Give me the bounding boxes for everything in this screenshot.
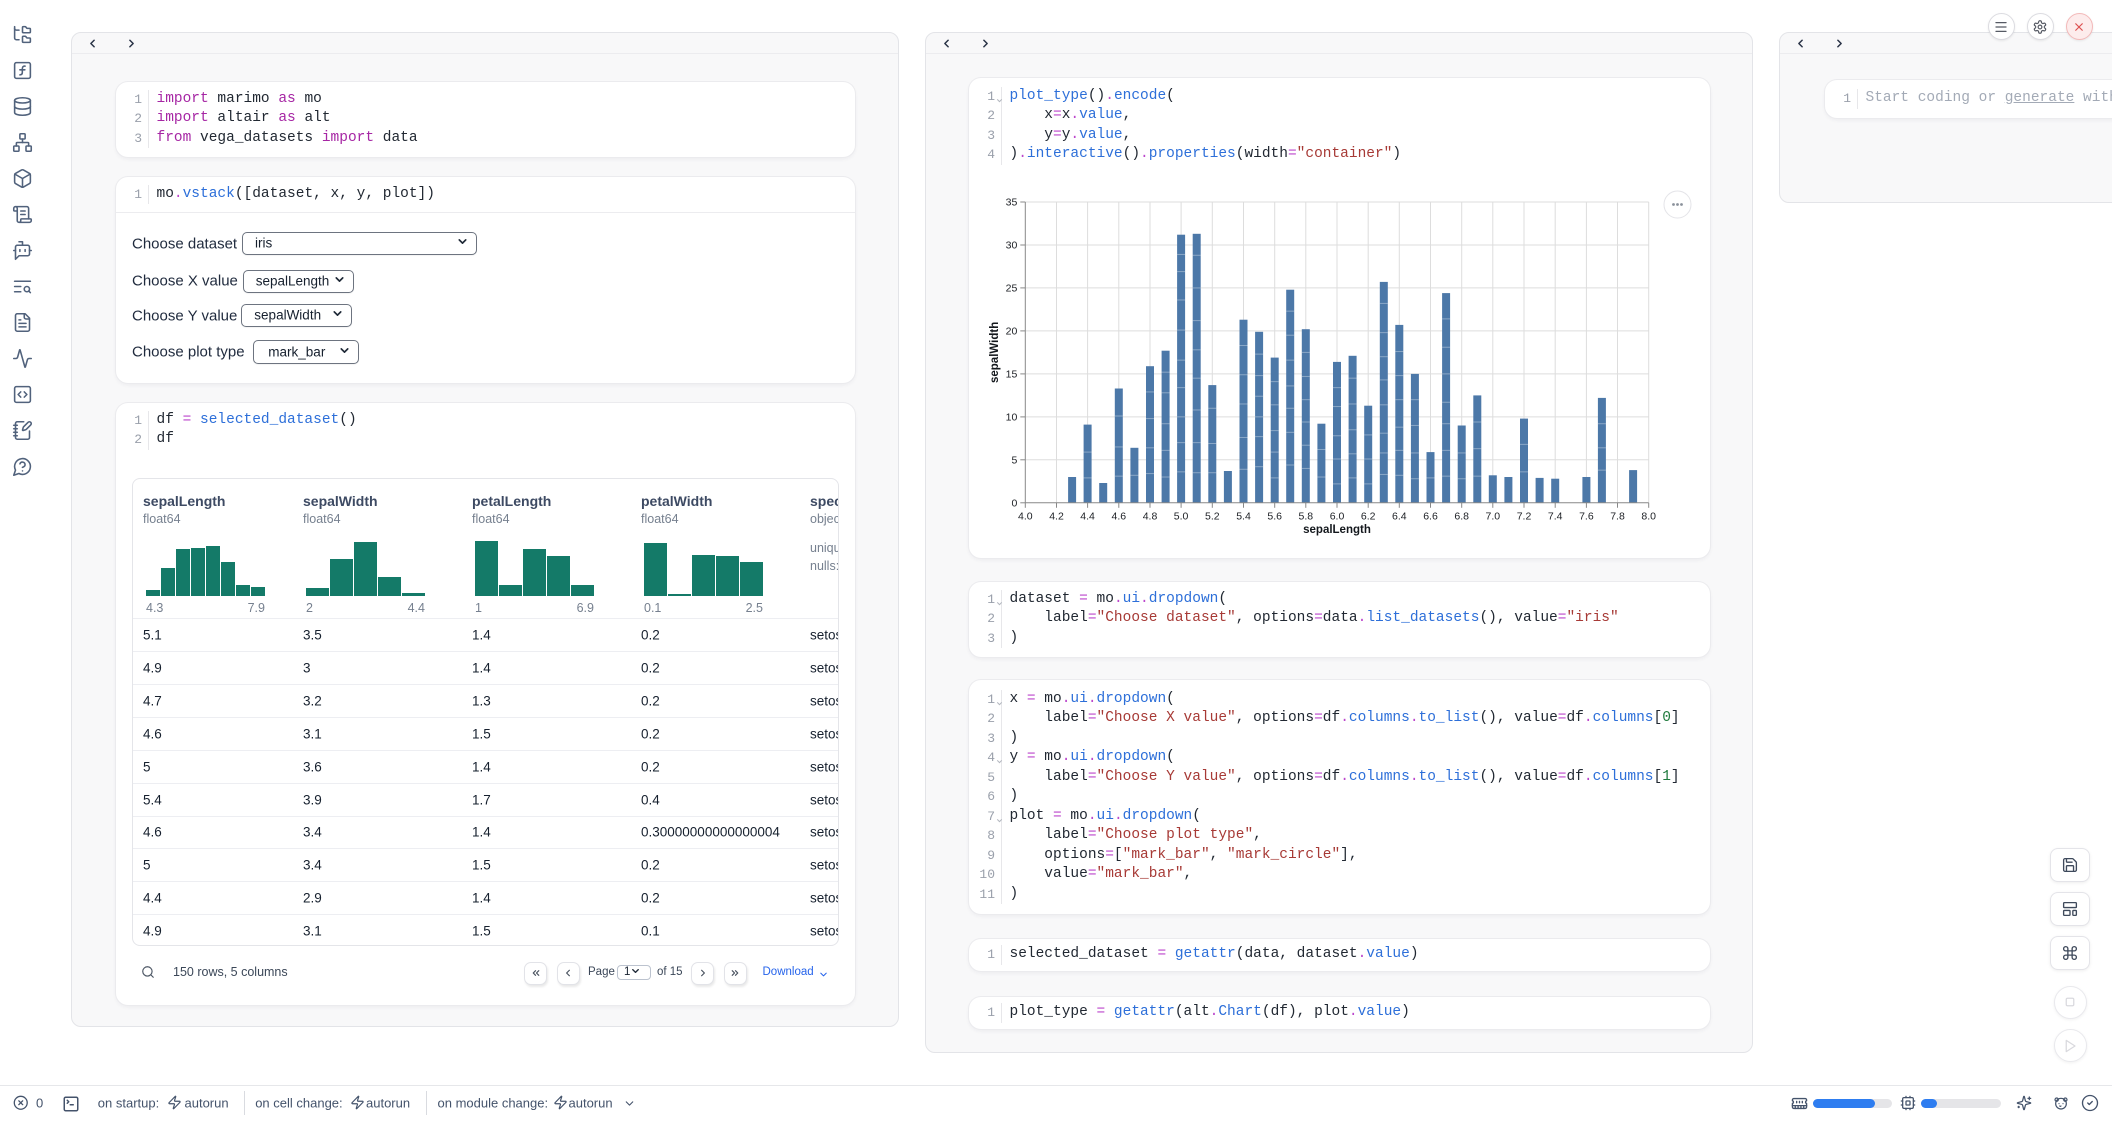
- svg-text:sepalWidth: sepalWidth: [989, 322, 1001, 383]
- svg-text:4.0: 4.0: [1018, 510, 1033, 522]
- svg-text:6.8: 6.8: [1454, 510, 1469, 522]
- svg-text:5: 5: [1011, 454, 1017, 466]
- svg-text:7.8: 7.8: [1610, 510, 1625, 522]
- svg-text:6.0: 6.0: [1330, 510, 1345, 522]
- svg-text:7.6: 7.6: [1579, 510, 1594, 522]
- svg-text:20: 20: [1006, 325, 1018, 337]
- svg-text:6.6: 6.6: [1423, 510, 1438, 522]
- svg-text:5.6: 5.6: [1267, 510, 1282, 522]
- svg-text:5.8: 5.8: [1298, 510, 1313, 522]
- svg-text:8.0: 8.0: [1641, 510, 1656, 522]
- svg-text:25: 25: [1006, 282, 1018, 294]
- svg-text:0: 0: [1011, 497, 1017, 509]
- svg-text:35: 35: [1006, 197, 1018, 209]
- svg-text:15: 15: [1006, 368, 1018, 380]
- svg-text:5.0: 5.0: [1174, 510, 1189, 522]
- svg-text:7.2: 7.2: [1517, 510, 1532, 522]
- svg-text:4.6: 4.6: [1111, 510, 1126, 522]
- svg-text:6.2: 6.2: [1361, 510, 1376, 522]
- svg-text:5.2: 5.2: [1205, 510, 1220, 522]
- svg-text:4.8: 4.8: [1143, 510, 1158, 522]
- svg-text:10: 10: [1006, 411, 1018, 423]
- svg-text:4.4: 4.4: [1080, 510, 1095, 522]
- svg-text:sepalLength: sepalLength: [1303, 524, 1371, 536]
- svg-text:6.4: 6.4: [1392, 510, 1407, 522]
- svg-text:7.4: 7.4: [1548, 510, 1563, 522]
- svg-text:7.0: 7.0: [1485, 510, 1500, 522]
- svg-text:5.4: 5.4: [1236, 510, 1251, 522]
- svg-text:4.2: 4.2: [1049, 510, 1064, 522]
- svg-text:30: 30: [1006, 240, 1018, 252]
